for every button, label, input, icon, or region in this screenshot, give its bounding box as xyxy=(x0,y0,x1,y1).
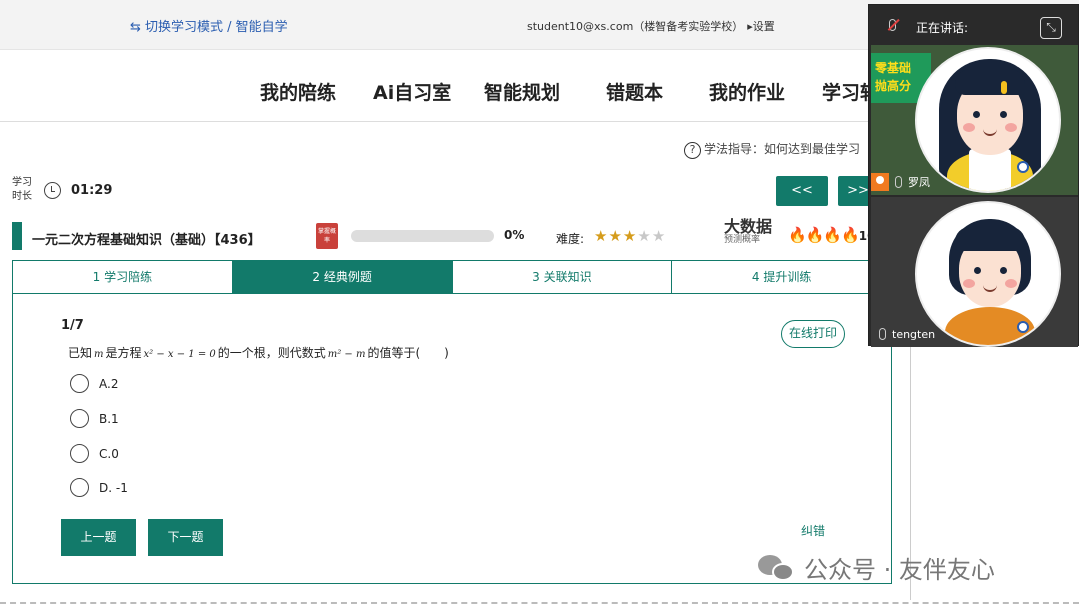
mastery-book-icon: 掌握概率 xyxy=(316,223,338,249)
radio-icon[interactable] xyxy=(70,409,89,428)
bigdata-subtitle: 预测概率 xyxy=(724,235,761,245)
tab-classic-examples[interactable]: 2 经典例题 xyxy=(232,261,453,293)
video-tile-participant[interactable]: tengten xyxy=(871,197,1078,347)
nav-my-practice[interactable]: 我的陪练 xyxy=(260,78,336,105)
settings-link[interactable]: ▸设置 xyxy=(747,20,775,33)
mode-switch-link[interactable]: ⇆ 切换学习模式 / 智能自学 xyxy=(130,16,288,35)
nav-mistake-book[interactable]: 错题本 xyxy=(606,78,663,105)
mastery-percent: 0% xyxy=(504,228,525,242)
participant-name-bar: tengten xyxy=(871,323,935,345)
option-b[interactable]: B.1 xyxy=(70,409,119,428)
q-equation: x² − x − 1 = 0 xyxy=(143,349,216,360)
difficulty-label: 难度: xyxy=(556,232,585,246)
question-text: 已知 m 是方程 x² − x − 1 = 0 的一个根，则代数式 m² − m 的值等于(… xyxy=(68,344,449,361)
question-index: 1/7 xyxy=(61,318,84,333)
topic-marker xyxy=(12,222,22,250)
radio-icon[interactable] xyxy=(70,444,89,463)
option-label: A.2 xyxy=(99,376,119,391)
star-icon: ★ xyxy=(637,227,652,245)
video-call-header: 正在讲话: ⤡ xyxy=(869,5,1079,45)
exit-fullscreen-icon[interactable]: ⤡ xyxy=(1040,17,1062,39)
star-icon: ★ xyxy=(608,227,623,245)
q-text-part: 的一个根，则代数式 xyxy=(217,346,326,360)
q-var-m: m xyxy=(94,349,104,360)
star-icon: ★ xyxy=(594,227,609,245)
difficulty-stars: ★★★★★ xyxy=(594,227,666,245)
star-icon: ★ xyxy=(651,227,667,245)
mic-icon xyxy=(879,328,886,340)
q-expression: m² − m xyxy=(327,349,366,360)
study-guide-text: 学法指导：如何达到最佳学习 xyxy=(704,142,861,156)
step-tabs: 1 学习陪练 2 经典例题 3 关联知识 4 提升训练 xyxy=(12,260,892,294)
option-label: D. -1 xyxy=(99,480,128,495)
option-c[interactable]: C.0 xyxy=(70,444,119,463)
question-circle-icon: ? xyxy=(684,142,701,159)
watermark-text: 公众号 · 友伴友心 xyxy=(804,556,995,584)
clock-icon xyxy=(44,182,61,199)
prev-topic-button[interactable]: << xyxy=(776,176,828,206)
nav-ai-study-room[interactable]: Ai自习室 xyxy=(373,78,451,105)
nav-my-homework[interactable]: 我的作业 xyxy=(709,78,785,105)
video-call-panel: 正在讲话: ⤡ 零基础 抛高分 罗凤 tengten xyxy=(868,4,1079,347)
option-label: C.0 xyxy=(99,446,119,461)
study-time-label: 学习时长 xyxy=(12,177,32,202)
q-text-part: 已知 xyxy=(68,346,93,360)
radio-icon[interactable] xyxy=(70,374,89,393)
option-a[interactable]: A.2 xyxy=(70,374,118,393)
radio-icon[interactable] xyxy=(70,478,89,497)
q-text-part: 的值等于( ) xyxy=(367,346,449,360)
option-d[interactable]: D. -1 xyxy=(70,478,128,497)
q-text-part: 是方程 xyxy=(105,346,142,360)
star-icon: ★ xyxy=(622,227,638,245)
speaking-label: 正在讲话: xyxy=(916,21,969,35)
bigdata-label: 大数据 预测概率 xyxy=(724,218,772,246)
participant-name: 罗凤 xyxy=(908,176,930,189)
next-question-button[interactable]: 下一题 xyxy=(148,519,223,556)
bottom-divider xyxy=(0,602,1079,604)
mastery-progress-bar xyxy=(351,230,494,242)
study-guide-link[interactable]: ? 学法指导：如何达到最佳学习 xyxy=(684,140,860,159)
report-error-link[interactable]: 纠错 xyxy=(801,522,825,539)
participant-name: tengten xyxy=(892,327,936,341)
print-online-button[interactable]: 在线打印 xyxy=(781,320,845,348)
topic-title: 一元二次方程基础知识（基础）【436】 xyxy=(32,233,261,248)
wechat-icon xyxy=(758,553,796,583)
host-icon xyxy=(871,173,889,191)
user-info: student10@xs.com（楼智备考实验学校） ▸设置 xyxy=(527,18,775,34)
bigdata-title: 大数据 xyxy=(724,217,773,236)
prev-question-button[interactable]: 上一题 xyxy=(61,519,136,556)
tab-related-knowledge[interactable]: 3 关联知识 xyxy=(453,261,673,293)
nav-smart-plan[interactable]: 智能规划 xyxy=(484,78,560,105)
probability-fire-icons: 🔥🔥🔥🔥10 xyxy=(788,226,875,244)
avatar xyxy=(915,201,1061,347)
tab-study-practice[interactable]: 1 学习陪练 xyxy=(13,261,233,293)
tab-advanced-training[interactable]: 4 提升训练 xyxy=(672,261,891,293)
avatar xyxy=(915,47,1061,193)
question-panel: 1/7 已知 m 是方程 x² − x − 1 = 0 的一个根，则代数式 m² − m的… xyxy=(12,294,892,584)
mic-icon xyxy=(895,176,902,188)
video-tile-host[interactable]: 零基础 抛高分 罗凤 xyxy=(871,45,1078,195)
mic-muted-icon[interactable] xyxy=(889,19,896,31)
option-label: B.1 xyxy=(99,411,119,426)
user-account: student10@xs.com（楼智备考实验学校） xyxy=(527,20,744,33)
study-time-value: 01:29 xyxy=(71,183,113,198)
watermark: 公众号 · 友伴友心 xyxy=(758,550,995,585)
host-name-bar: 罗凤 xyxy=(871,171,930,193)
fire-icon: 🔥🔥🔥🔥 xyxy=(788,226,860,244)
